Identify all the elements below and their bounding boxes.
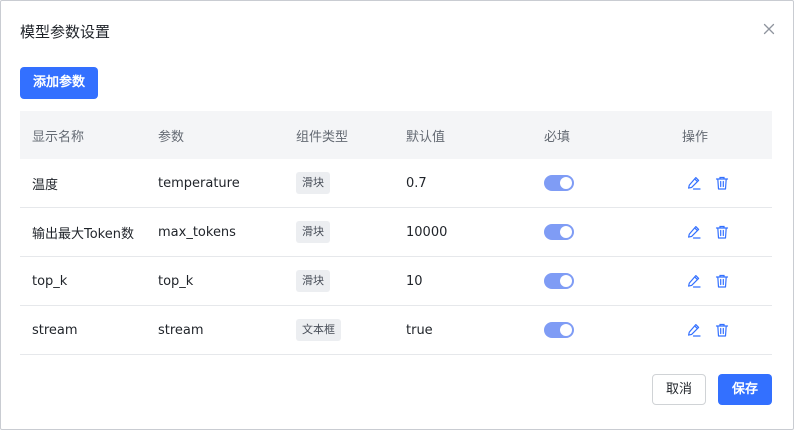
cell-display-name: 输出最大Token数 — [32, 226, 134, 242]
table-row: top_k top_k 滑块 10 — [20, 257, 772, 306]
cell-component-type: 滑块 — [296, 221, 406, 243]
add-param-button[interactable]: 添加参数 — [20, 67, 99, 99]
cell-display-name: top_k — [32, 273, 68, 289]
toggle-knob — [560, 275, 572, 287]
cell-component-type: 滑块 — [296, 172, 406, 194]
cell-component-type: 滑块 — [296, 270, 406, 292]
required-toggle[interactable] — [544, 224, 574, 240]
component-type-tag: 滑块 — [296, 221, 330, 243]
delete-icon[interactable] — [714, 322, 730, 338]
delete-icon[interactable] — [714, 175, 730, 191]
cell-actions — [682, 175, 772, 191]
cell-display-name: 温度 — [32, 177, 59, 193]
edit-icon[interactable] — [686, 175, 702, 191]
cell-default-value: 0.7 — [406, 175, 427, 191]
close-icon[interactable] — [761, 21, 777, 37]
header-default-value: 默认值 — [406, 129, 446, 145]
cell-default-value: 10000 — [406, 224, 448, 240]
model-params-dialog: 模型参数设置 添加参数 显示名称 参数 组件类型 默认值 必填 操作 温度 te… — [0, 0, 794, 430]
table-header: 显示名称 参数 组件类型 默认值 必填 操作 — [20, 111, 772, 159]
cell-actions — [682, 273, 772, 289]
toggle-knob — [560, 226, 572, 238]
dialog-title: 模型参数设置 — [20, 23, 111, 41]
edit-icon[interactable] — [686, 322, 702, 338]
edit-icon[interactable] — [686, 224, 702, 240]
cell-actions — [682, 224, 772, 240]
cell-default-value: true — [406, 322, 433, 338]
cell-required — [544, 175, 682, 191]
header-required: 必填 — [544, 129, 571, 145]
cell-component-type: 文本框 — [296, 319, 406, 341]
cell-default-value: 10 — [406, 273, 423, 289]
cell-required — [544, 224, 682, 240]
cell-display-name: stream — [32, 322, 78, 338]
table-body: 温度 temperature 滑块 0.7 输出最大Token数 max_tok… — [20, 159, 772, 355]
cell-param: max_tokens — [158, 224, 236, 240]
header-display-name: 显示名称 — [32, 129, 85, 145]
header-component-type: 组件类型 — [296, 129, 349, 145]
table-row: stream stream 文本框 true — [20, 306, 772, 355]
required-toggle[interactable] — [544, 322, 574, 338]
component-type-tag: 文本框 — [296, 319, 341, 341]
table-row: 温度 temperature 滑块 0.7 — [20, 159, 772, 208]
required-toggle[interactable] — [544, 273, 574, 289]
cell-param: stream — [158, 322, 204, 338]
delete-icon[interactable] — [714, 224, 730, 240]
delete-icon[interactable] — [714, 273, 730, 289]
cell-actions — [682, 322, 772, 338]
cell-param: temperature — [158, 175, 240, 191]
header-param: 参数 — [158, 129, 185, 145]
params-table: 显示名称 参数 组件类型 默认值 必填 操作 温度 temperature 滑块… — [20, 111, 772, 355]
cell-required — [544, 273, 682, 289]
header-actions: 操作 — [682, 129, 709, 145]
table-row: 输出最大Token数 max_tokens 滑块 10000 — [20, 208, 772, 257]
toggle-knob — [560, 324, 572, 336]
required-toggle[interactable] — [544, 175, 574, 191]
edit-icon[interactable] — [686, 273, 702, 289]
save-button[interactable]: 保存 — [718, 374, 772, 405]
component-type-tag: 滑块 — [296, 270, 330, 292]
cell-param: top_k — [158, 273, 194, 289]
component-type-tag: 滑块 — [296, 172, 330, 194]
cancel-button[interactable]: 取消 — [652, 374, 706, 405]
cell-required — [544, 322, 682, 338]
toggle-knob — [560, 177, 572, 189]
